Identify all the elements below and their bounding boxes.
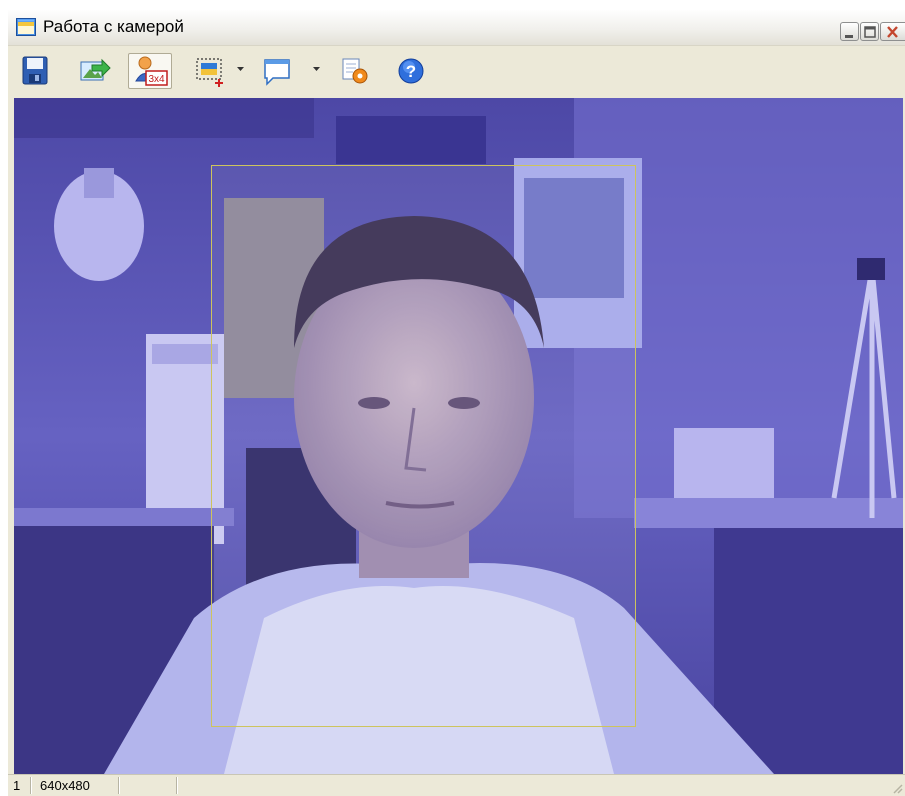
close-button[interactable] bbox=[880, 22, 905, 41]
camera-video-view[interactable] bbox=[14, 98, 903, 774]
floppy-disk-icon bbox=[22, 56, 48, 85]
camera-window: Работа с камерой 3x4 ? 1 640x480 bbox=[8, 10, 905, 796]
close-icon bbox=[887, 26, 898, 38]
window-title: Работа с камерой bbox=[43, 17, 184, 36]
status-bar: 1 640x480 bbox=[8, 774, 905, 796]
save-button[interactable] bbox=[20, 53, 50, 89]
photo-3x4-button[interactable]: 3x4 bbox=[128, 53, 172, 89]
gear-settings-icon bbox=[342, 58, 368, 84]
resolution-text: 640x480 bbox=[40, 778, 90, 793]
chevron-down-icon[interactable] bbox=[237, 67, 244, 71]
status-divider bbox=[30, 777, 31, 794]
resize-grip-icon[interactable] bbox=[891, 782, 903, 794]
svg-text:?: ? bbox=[406, 62, 416, 81]
title-bar[interactable]: Работа с камерой bbox=[8, 10, 905, 46]
chevron-down-icon[interactable] bbox=[313, 67, 320, 71]
help-button[interactable]: ? bbox=[396, 53, 428, 89]
export-button[interactable] bbox=[78, 53, 112, 89]
camera-number: 1 bbox=[13, 778, 21, 793]
window-app-icon bbox=[16, 18, 36, 36]
portrait-3x4-icon: 3x4 bbox=[135, 56, 168, 86]
maximize-icon bbox=[864, 26, 876, 38]
minimize-icon bbox=[845, 35, 853, 38]
toolbar: 3x4 ? bbox=[8, 46, 905, 96]
help-icon: ? bbox=[398, 58, 424, 84]
window-frame-icon bbox=[264, 59, 290, 86]
svg-text:3x4: 3x4 bbox=[148, 74, 165, 85]
status-divider bbox=[118, 777, 119, 794]
crop-selection-frame[interactable] bbox=[211, 165, 636, 727]
select-region-icon bbox=[196, 58, 223, 87]
status-divider bbox=[176, 777, 177, 794]
frame-button[interactable] bbox=[260, 53, 294, 89]
image-arrow-icon bbox=[80, 58, 111, 81]
select-area-button[interactable] bbox=[194, 53, 228, 89]
settings-button[interactable] bbox=[338, 53, 372, 89]
maximize-button[interactable] bbox=[860, 22, 879, 41]
minimize-button[interactable] bbox=[840, 22, 859, 41]
